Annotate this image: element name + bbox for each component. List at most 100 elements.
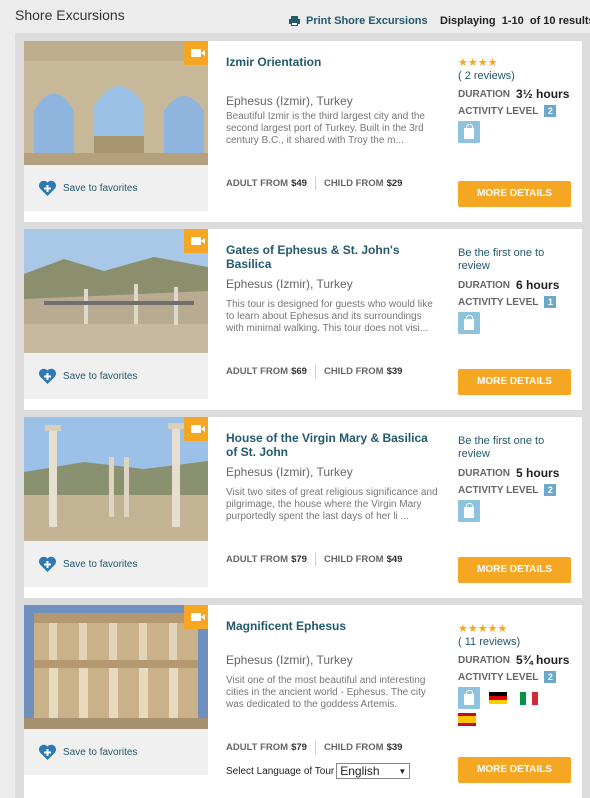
duration-label: DURATION xyxy=(458,654,511,666)
excursion-location: Ephesus (Izmir), Turkey xyxy=(226,465,353,479)
save-to-favorites-label: Save to favorites xyxy=(63,746,138,758)
reviews-link[interactable]: ( 2 reviews) xyxy=(458,70,578,82)
italian-flag-icon[interactable] xyxy=(520,691,538,705)
first-review-link[interactable]: Be the first one to review xyxy=(458,247,578,273)
duration-value: 6 hours xyxy=(516,278,560,292)
adult-price: $49 xyxy=(291,178,307,189)
shopping-bag-icon xyxy=(458,121,480,143)
save-to-favorites-button[interactable]: Save to favorites xyxy=(24,165,208,211)
excursion-photo[interactable] xyxy=(24,41,208,165)
duration-row: DURATION 3½ hours xyxy=(458,87,578,101)
excursion-location: Ephesus (Izmir), Turkey xyxy=(226,653,353,667)
child-price: $49 xyxy=(386,554,403,565)
chevron-down-icon: ▼ xyxy=(398,766,407,776)
duration-label: DURATION xyxy=(458,88,511,100)
reviews-link[interactable]: ( 11 reviews) xyxy=(458,636,578,648)
excursion-description: Visit two sites of great religious signi… xyxy=(226,487,438,522)
duration-value: 5 hours xyxy=(516,466,560,480)
activity-level-row: ACTIVITY LEVEL 1 xyxy=(458,296,578,308)
duration-value: 3½ hours xyxy=(516,87,570,101)
video-icon[interactable] xyxy=(184,41,208,65)
print-label: Print Shore Excursions xyxy=(306,15,428,27)
video-icon[interactable] xyxy=(184,417,208,441)
first-review-link[interactable]: Be the first one to review xyxy=(458,435,578,461)
save-to-favorites-button[interactable]: Save to favorites xyxy=(24,729,208,775)
save-to-favorites-label: Save to favorites xyxy=(63,182,138,194)
tour-language-select[interactable]: English ▼ xyxy=(336,763,411,779)
save-to-favorites-label: Save to favorites xyxy=(63,370,138,382)
activity-level-badge: 2 xyxy=(544,484,557,496)
activity-level-row: ACTIVITY LEVEL 2 xyxy=(458,671,578,683)
excursion-card: Save to favorites Izmir Orientation Ephe… xyxy=(24,41,582,222)
results-count: Displaying 1-10 of 10 results xyxy=(440,15,590,27)
excursion-description: Visit one of the most beautiful and inte… xyxy=(226,675,426,710)
excursion-photo[interactable] xyxy=(24,229,208,353)
printer-icon xyxy=(289,16,300,26)
excursion-prices: ADULT FROM $79 CHILD FROM $49 xyxy=(226,553,402,566)
excursion-prices: ADULT FROM $69 CHILD FROM $39 xyxy=(226,365,402,378)
more-details-button[interactable]: MORE DETAILS xyxy=(458,757,571,783)
excursion-prices: ADULT FROM $49 CHILD FROM $29 xyxy=(226,177,402,190)
adult-from-label: ADULT FROM xyxy=(226,366,289,377)
video-icon[interactable] xyxy=(184,605,208,629)
heart-plus-icon xyxy=(38,180,57,196)
excursion-photo[interactable] xyxy=(24,605,208,729)
page-title: Shore Excursions xyxy=(15,7,125,23)
shopping-bag-icon xyxy=(458,312,480,334)
adult-from-label: ADULT FROM xyxy=(226,742,289,753)
heart-plus-icon xyxy=(38,368,57,384)
duration-value: 5¾ hours xyxy=(516,653,570,667)
more-details-button[interactable]: MORE DETAILS xyxy=(458,369,571,395)
adult-price: $79 xyxy=(291,554,307,565)
activity-level-label: ACTIVITY LEVEL xyxy=(458,105,539,117)
shopping-bag-icon xyxy=(458,687,480,709)
child-price: $39 xyxy=(386,742,403,753)
child-from-label: CHILD FROM xyxy=(323,178,384,189)
activity-level-row: ACTIVITY LEVEL 2 xyxy=(458,484,578,496)
activity-level-label: ACTIVITY LEVEL xyxy=(458,484,539,496)
excursion-title[interactable]: Izmir Orientation xyxy=(226,55,436,69)
excursion-prices: ADULT FROM $79 CHILD FROM $39 xyxy=(226,741,402,754)
activity-level-badge: 2 xyxy=(544,105,557,117)
duration-row: DURATION 5 hours xyxy=(458,466,578,480)
video-icon[interactable] xyxy=(184,229,208,253)
shopping-bag-icon xyxy=(458,500,480,522)
excursion-title[interactable]: Magnificent Ephesus xyxy=(226,619,436,633)
excursion-photo[interactable] xyxy=(24,417,208,541)
tour-language-value: English xyxy=(340,764,380,778)
adult-price: $79 xyxy=(291,742,307,753)
duration-label: DURATION xyxy=(458,467,511,479)
excursion-card: Save to favorites Magnificent Ephesus Ep… xyxy=(24,605,582,798)
activity-level-label: ACTIVITY LEVEL xyxy=(458,296,539,308)
more-details-button[interactable]: MORE DETAILS xyxy=(458,181,571,207)
adult-from-label: ADULT FROM xyxy=(226,554,289,565)
activity-level-row: ACTIVITY LEVEL 2 xyxy=(458,105,578,117)
heart-plus-icon xyxy=(38,744,57,760)
select-language-label: Select Language of Tour xyxy=(226,765,335,777)
more-details-button[interactable]: MORE DETAILS xyxy=(458,557,571,583)
spanish-flag-icon[interactable] xyxy=(458,713,476,726)
duration-label: DURATION xyxy=(458,279,511,291)
activity-level-badge: 2 xyxy=(544,671,557,683)
child-price: $39 xyxy=(386,366,403,377)
save-to-favorites-label: Save to favorites xyxy=(63,558,138,570)
excursion-card: Save to favorites House of the Virgin Ma… xyxy=(24,417,582,598)
excursion-title[interactable]: Gates of Ephesus & St. John's Basilica xyxy=(226,243,436,271)
excursion-card: Save to favorites Gates of Ephesus & St.… xyxy=(24,229,582,410)
child-from-label: CHILD FROM xyxy=(323,366,384,377)
heart-plus-icon xyxy=(38,556,57,572)
duration-row: DURATION 6 hours xyxy=(458,278,578,292)
rating-stars: ★★★★★ xyxy=(458,623,508,635)
excursion-description: This tour is designed for guests who wou… xyxy=(226,299,433,334)
print-shore-excursions-link[interactable]: Print Shore Excursions xyxy=(289,15,428,27)
activity-level-label: ACTIVITY LEVEL xyxy=(458,671,539,683)
child-from-label: CHILD FROM xyxy=(323,742,384,753)
child-from-label: CHILD FROM xyxy=(323,554,384,565)
excursion-location: Ephesus (Izmir), Turkey xyxy=(226,94,353,108)
excursion-title[interactable]: House of the Virgin Mary & Basilica of S… xyxy=(226,431,436,459)
activity-level-badge: 1 xyxy=(544,296,557,308)
save-to-favorites-button[interactable]: Save to favorites xyxy=(24,353,208,399)
german-flag-icon[interactable] xyxy=(489,691,507,705)
save-to-favorites-button[interactable]: Save to favorites xyxy=(24,541,208,587)
excursion-location: Ephesus (Izmir), Turkey xyxy=(226,277,353,291)
